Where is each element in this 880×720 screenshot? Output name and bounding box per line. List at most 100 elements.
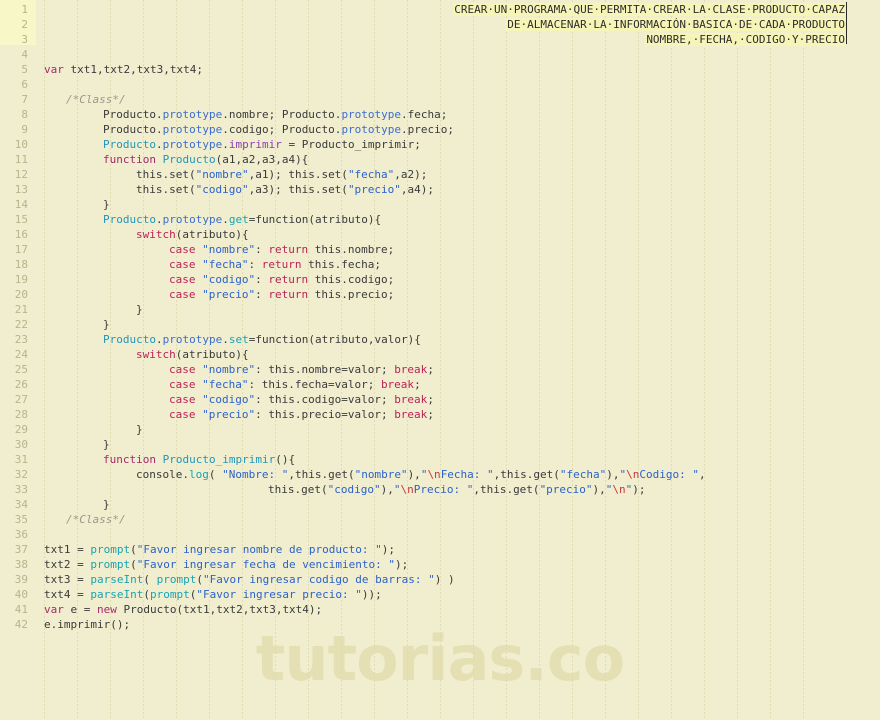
code-line-30[interactable]: } (103, 437, 110, 452)
code-line-22[interactable]: } (103, 317, 110, 332)
code-line-32[interactable]: console.log( "Nombre: ",this.get("nombre… (136, 467, 706, 482)
code-line-12[interactable]: this.set("nombre",a1); this.set("fecha",… (136, 167, 427, 182)
token-text: . (155, 213, 163, 226)
code-line-9[interactable]: Producto.prototype.codigo; Producto.prot… (103, 122, 454, 137)
token-text: =function(atributo,valor){ (248, 333, 421, 346)
token-text: =function(atributo){ (248, 213, 382, 226)
token-text: txt1 = (44, 543, 91, 556)
token-prototype: prototype (162, 108, 223, 121)
code-editor[interactable]: tutorias.co 1 2 3 4 5 6 7 8 9 10 11 12 1… (0, 0, 880, 720)
token-string: "fecha" (347, 168, 395, 181)
token-text: console. (136, 468, 189, 481)
token-text: . (222, 138, 229, 151)
token-string: "precio" (202, 288, 256, 301)
token-text: .precio; (401, 123, 455, 136)
code-line-34[interactable]: } (103, 497, 110, 512)
line-number: 8 (21, 108, 28, 121)
token-keyword-function: function (103, 453, 156, 466)
code-line-17[interactable]: case "nombre": return this.nombre; (169, 242, 394, 257)
token-class-producto: Producto (103, 213, 156, 226)
code-line-41[interactable]: var e = new Producto(txt1,txt2,txt3,txt4… (44, 602, 322, 617)
code-line-38[interactable]: txt2 = prompt("Favor ingresar fecha de v… (44, 557, 408, 572)
header-comment-text: DE·ALMACENAR·LA·INFORMACIÓN·BASICA·DE·CA… (506, 18, 846, 31)
token-text: . (155, 138, 163, 151)
token-text: ); (632, 483, 646, 496)
token-text: ( (208, 468, 223, 481)
token-text: (){ (275, 453, 296, 466)
code-line-24[interactable]: switch(atributo){ (136, 347, 249, 362)
line-number: 5 (21, 63, 28, 76)
token-text: this.get( (268, 483, 328, 496)
code-line-31[interactable]: function Producto_imprimir(){ (103, 452, 295, 467)
token-keyword-switch: switch (136, 228, 176, 241)
code-line-20[interactable]: case "precio": return this.precio; (169, 287, 394, 302)
code-line-25[interactable]: case "nombre": this.nombre=valor; break; (169, 362, 434, 377)
line-number: 37 (14, 543, 28, 556)
code-line-14[interactable]: } (103, 197, 110, 212)
token-text: Producto(txt1,txt2,txt3,txt4); (116, 603, 323, 616)
code-line-16[interactable]: switch(atributo){ (136, 227, 249, 242)
token-text: . (222, 213, 229, 226)
token-text: .nombre; Producto. (222, 108, 342, 121)
token-text: ; (414, 378, 421, 391)
code-line-8[interactable]: Producto.prototype.nombre; Producto.prot… (103, 107, 447, 122)
line-number: 26 (14, 378, 28, 391)
header-comment-line-3[interactable]: NOMBRE,·FECHA,·CODIGO·Y·PRECIO (645, 32, 846, 47)
code-line-42[interactable]: e.imprimir(); (44, 617, 130, 632)
line-number: 42 (14, 618, 28, 631)
code-line-28[interactable]: case "precio": this.precio=valor; break; (169, 407, 434, 422)
token-text: . (222, 333, 229, 346)
token-text: : this.nombre=valor; (255, 363, 395, 376)
line-number: 11 (14, 153, 28, 166)
line-number-gutter[interactable]: 1 2 3 4 5 6 7 8 9 10 11 12 13 14 15 16 1… (0, 0, 36, 720)
token-string: "codigo" (202, 393, 256, 406)
code-line-15[interactable]: Producto.prototype.get=function(atributo… (103, 212, 381, 227)
token-text: (a1,a2,a3,a4){ (215, 153, 309, 166)
token-string: "codigo" (327, 483, 381, 496)
code-line-13[interactable]: this.set("codigo",a3); this.set("precio"… (136, 182, 434, 197)
token-keyword-break: break (394, 393, 428, 406)
code-line-27[interactable]: case "codigo": this.codigo=valor; break; (169, 392, 434, 407)
token-text: } (103, 198, 110, 211)
token-escape-newline: \n (626, 468, 640, 481)
line-number: 13 (14, 183, 28, 196)
token-keyword-case: case (169, 273, 196, 286)
token-text: .fecha; (401, 108, 448, 121)
token-function-get: get (228, 213, 249, 226)
code-line-26[interactable]: case "fecha": this.fecha=valor; break; (169, 377, 421, 392)
token-text: ,a3); this.set( (248, 183, 348, 196)
token-escape-newline: \n (427, 468, 441, 481)
code-line-10[interactable]: Producto.prototype.imprimir = Producto_i… (103, 137, 421, 152)
line-number: 27 (14, 393, 28, 406)
code-line-23[interactable]: Producto.prototype.set=function(atributo… (103, 332, 421, 347)
code-line-7[interactable]: /*Class*/ (66, 92, 126, 107)
code-line-18[interactable]: case "fecha": return this.fecha; (169, 257, 381, 272)
code-line-33[interactable]: this.get("codigo"),"\nPrecio: ",this.get… (268, 482, 646, 497)
code-line-11[interactable]: function Producto(a1,a2,a3,a4){ (103, 152, 308, 167)
token-string: "fecha" (559, 468, 607, 481)
line-number: 23 (14, 333, 28, 346)
line-number: 15 (14, 213, 28, 226)
header-comment-line-1[interactable]: CREAR·UN·PROGRAMA·QUE·PERMITA·CREAR·LA·C… (453, 2, 846, 17)
line-number: 25 (14, 363, 28, 376)
token-text: .codigo; Producto. (222, 123, 342, 136)
code-content[interactable]: CREAR·UN·PROGRAMA·QUE·PERMITA·CREAR·LA·C… (44, 0, 880, 720)
line-number: 35 (14, 513, 28, 526)
code-line-37[interactable]: txt1 = prompt("Favor ingresar nombre de … (44, 542, 395, 557)
code-line-21[interactable]: } (136, 302, 143, 317)
header-comment-line-2[interactable]: DE·ALMACENAR·LA·INFORMACIÓN·BASICA·DE·CA… (506, 17, 846, 32)
code-line-19[interactable]: case "codigo": return this.codigo; (169, 272, 394, 287)
token-keyword-case: case (169, 243, 196, 256)
line-number: 34 (14, 498, 28, 511)
line-number: 7 (21, 93, 28, 106)
code-line-5[interactable]: var txt1,txt2,txt3,txt4; (44, 62, 203, 77)
token-text: ( (130, 558, 137, 571)
code-line-35[interactable]: /*Class*/ (66, 512, 126, 527)
token-text: : (248, 258, 262, 271)
code-line-29[interactable]: } (136, 422, 143, 437)
line-number: 41 (14, 603, 28, 616)
token-function-prompt: prompt (149, 588, 190, 601)
code-line-40[interactable]: txt4 = parseInt(prompt("Favor ingresar p… (44, 587, 382, 602)
token-keyword-var: var (44, 603, 64, 616)
code-line-39[interactable]: txt3 = parseInt( prompt("Favor ingresar … (44, 572, 455, 587)
